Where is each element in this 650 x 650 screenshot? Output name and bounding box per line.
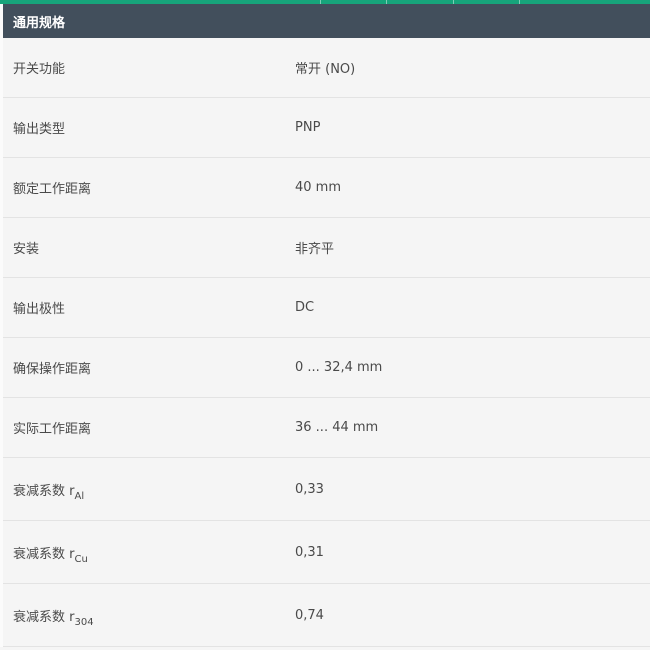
spec-row: 安装 非齐平 xyxy=(3,218,650,278)
spec-row: 输出极性 DC xyxy=(3,278,650,338)
spec-label: 确保操作距离 xyxy=(13,362,92,377)
spec-label: 输出极性 xyxy=(13,302,66,317)
spec-row: 开关功能 常开 (NO) xyxy=(3,38,650,98)
spec-label: 开关功能 xyxy=(13,62,66,77)
spec-row: 额定工作距离 40 mm xyxy=(3,158,650,218)
spec-label: 安装 xyxy=(13,242,40,257)
spec-value: 0,74 xyxy=(295,607,324,623)
spec-label-text: 衰减系数 r xyxy=(13,609,75,625)
spec-row: 衰减系数 rAl 0,33 xyxy=(3,458,650,521)
top-bar-divider xyxy=(519,0,520,4)
spec-row: 输出类型 PNP xyxy=(3,98,650,158)
spec-label: 衰减系数 rAl xyxy=(3,480,295,502)
section-header: 通用规格 xyxy=(3,4,650,38)
spec-row: 实际工作距离 36 ... 44 mm xyxy=(3,398,650,458)
spec-value: 常开 (NO) xyxy=(295,62,356,77)
spec-row: 衰减系数 rCu 0,31 xyxy=(3,521,650,584)
spec-row: 衰减系数 r304 0,74 xyxy=(3,584,650,647)
spec-value: 36 ... 44 mm xyxy=(295,420,379,435)
top-bar-divider xyxy=(320,0,321,4)
top-accent-bar xyxy=(0,0,650,4)
spec-label-subscript: Cu xyxy=(74,553,88,565)
spec-label-text: 衰减系数 r xyxy=(13,546,75,562)
spec-value: 40 mm xyxy=(295,180,342,195)
spec-label-text: 衰减系数 r xyxy=(13,483,75,499)
spec-label: 输出类型 xyxy=(13,122,66,137)
spec-label: 衰减系数 r304 xyxy=(3,606,295,628)
spec-value: 0 ... 32,4 mm xyxy=(295,360,383,375)
section-title: 通用规格 xyxy=(13,15,66,31)
spec-value: 0,31 xyxy=(295,544,324,560)
spec-row: 确保操作距离 0 ... 32,4 mm xyxy=(3,338,650,398)
spec-table: 通用规格 开关功能 常开 (NO) 输出类型 PNP 额定工作距离 40 mm … xyxy=(0,4,650,647)
top-bar-divider xyxy=(453,0,454,4)
spec-label: 额定工作距离 xyxy=(13,182,92,197)
spec-value: DC xyxy=(295,300,315,315)
spec-label: 衰减系数 rCu xyxy=(3,543,295,565)
top-bar-divider xyxy=(386,0,387,4)
spec-label-subscript: Al xyxy=(74,490,85,502)
spec-value: PNP xyxy=(295,120,321,135)
spec-value: 非齐平 xyxy=(295,242,335,257)
page: { "colors": { "accent": "#17a47b", "head… xyxy=(0,0,650,650)
spec-label-subscript: 304 xyxy=(74,616,94,628)
spec-value: 0,33 xyxy=(295,481,324,497)
spec-label: 实际工作距离 xyxy=(13,422,92,437)
